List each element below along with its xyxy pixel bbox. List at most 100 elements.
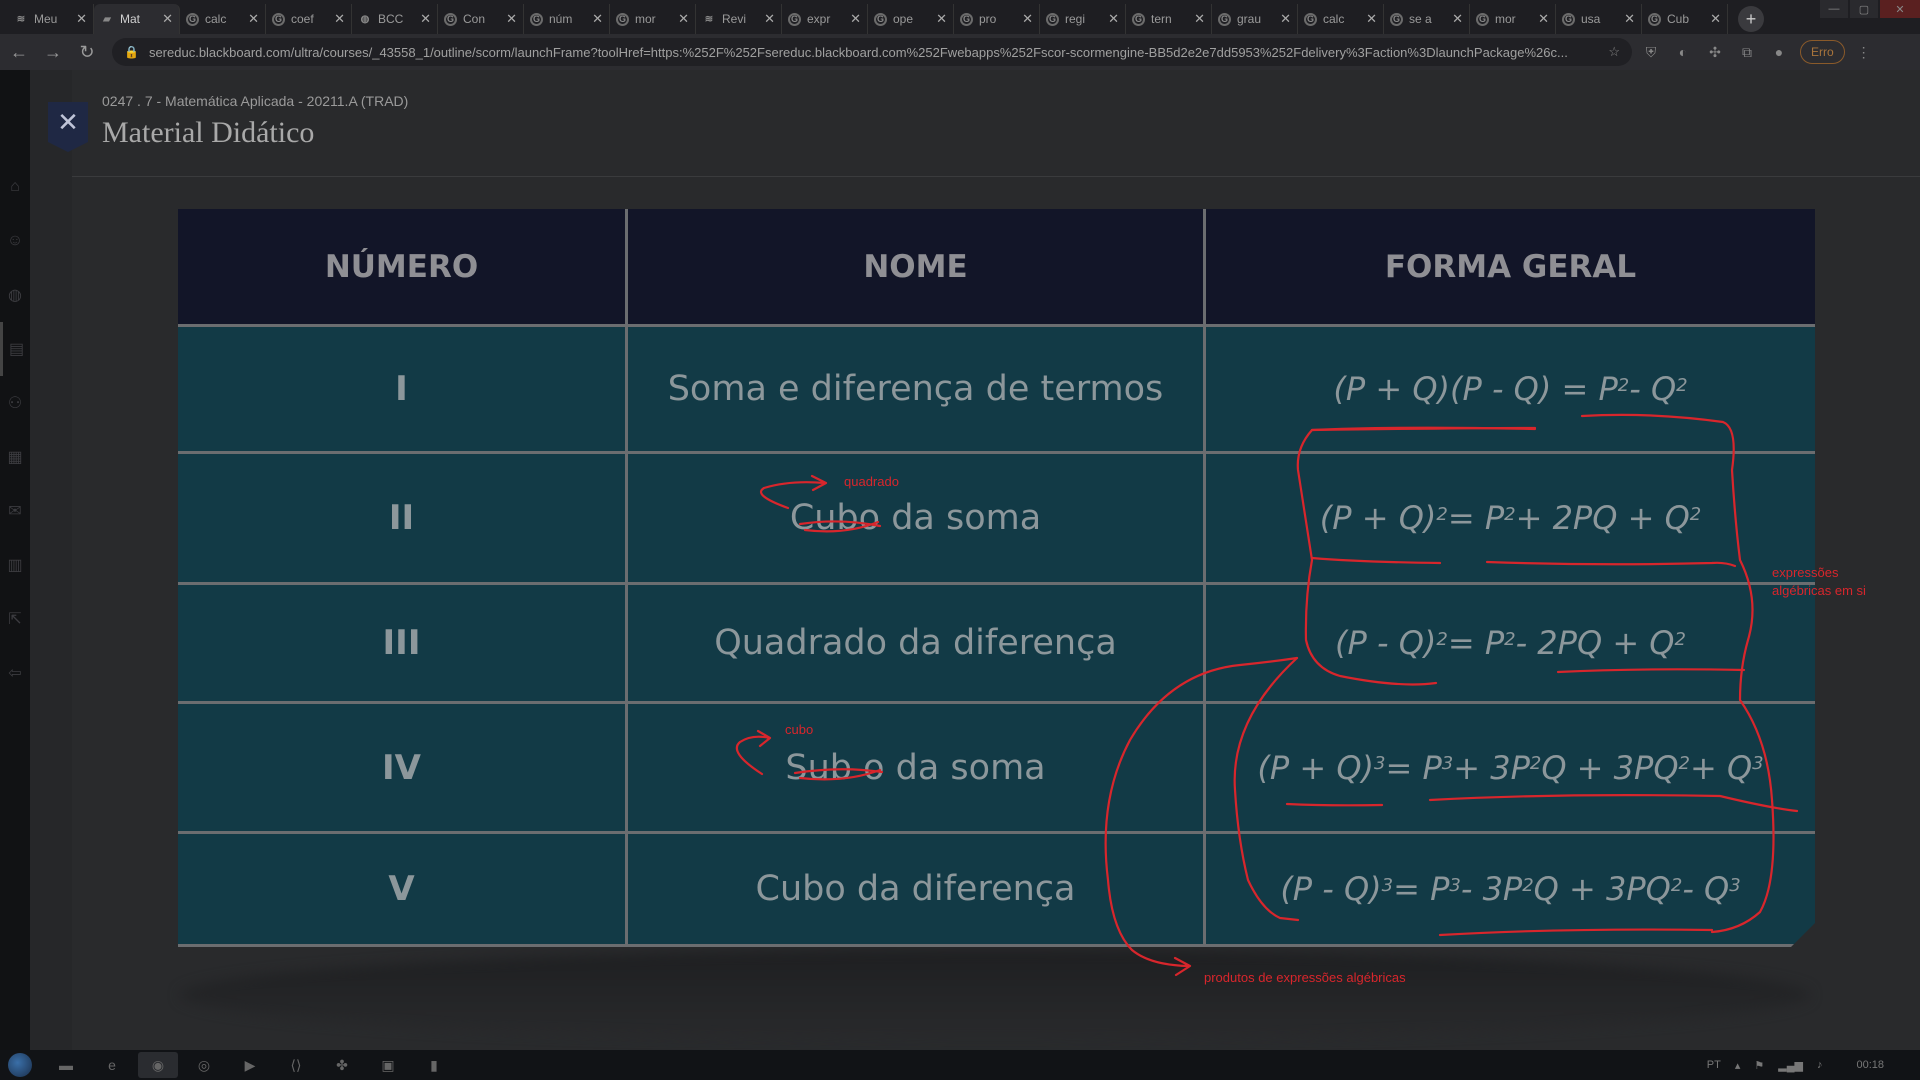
app-icon[interactable]: ✤ — [322, 1052, 362, 1078]
browser-tab[interactable]: ≋ Revi ✕ — [696, 4, 782, 34]
grades-icon[interactable]: ▥ — [0, 538, 30, 592]
tray-chevron-icon[interactable]: ▴ — [1735, 1059, 1741, 1072]
browser-tab[interactable]: Gregi ✕ — [1040, 4, 1126, 34]
row-formula: (P + Q)(P - Q) = P2 - Q2 — [1206, 327, 1815, 451]
tab-close-icon[interactable]: ✕ — [162, 11, 173, 27]
browser-tab[interactable]: Gtern ✕ — [1126, 4, 1212, 34]
new-tab-button[interactable]: + — [1738, 6, 1764, 32]
media-player-icon[interactable]: ▶ — [230, 1052, 270, 1078]
header-forma-geral: FORMA GERAL — [1206, 209, 1815, 324]
messages-icon[interactable]: ✉ — [0, 484, 30, 538]
row-number: II — [178, 454, 625, 582]
network-flag-icon[interactable]: ⚑ — [1754, 1059, 1764, 1072]
file-explorer-icon[interactable]: ▬ — [46, 1052, 86, 1078]
calendar-icon[interactable]: ▦ — [0, 430, 30, 484]
tab-close-icon[interactable]: ✕ — [1538, 11, 1549, 27]
courses-icon[interactable]: ▤ — [0, 322, 30, 376]
back-button[interactable]: ← — [4, 37, 34, 67]
formula-term: - 2PQ + Q — [1515, 624, 1675, 662]
tab-close-icon[interactable]: ✕ — [1366, 11, 1377, 27]
browser-tab[interactable]: Gope ✕ — [868, 4, 954, 34]
volume-icon[interactable]: ♪ — [1817, 1059, 1823, 1071]
browser-tab[interactable]: Gcalc ✕ — [180, 4, 266, 34]
close-icon[interactable]: ✕ — [48, 102, 88, 152]
vscode-icon[interactable]: ⟨⟩ — [276, 1052, 316, 1078]
tab-close-icon[interactable]: ✕ — [1624, 11, 1635, 27]
globe-icon[interactable]: ◍ — [0, 268, 30, 322]
page-title: Material Didático — [102, 116, 315, 149]
profile-avatar[interactable]: ● — [1766, 39, 1792, 65]
reload-button[interactable]: ↻ — [72, 37, 102, 67]
browser-tab[interactable]: Gcalc ✕ — [1298, 4, 1384, 34]
window-icon[interactable]: ▣ — [368, 1052, 408, 1078]
groups-icon[interactable]: ⚇ — [0, 376, 30, 430]
tab-close-icon[interactable]: ✕ — [420, 11, 431, 27]
forward-button[interactable]: → — [38, 37, 68, 67]
browser-tab[interactable]: Ggrau ✕ — [1212, 4, 1298, 34]
maximize-button[interactable]: ▢ — [1850, 0, 1878, 18]
row-name: Cubo da soma — [628, 454, 1203, 582]
extension-icon[interactable]: ✣ — [1702, 39, 1728, 65]
formula-exponent: 2 — [1674, 628, 1686, 650]
bookmark-star-icon[interactable]: ☆ — [1608, 44, 1620, 60]
browser-tab[interactable]: Gnúm ✕ — [524, 4, 610, 34]
opera-icon[interactable]: ◎ — [184, 1052, 224, 1078]
ie-icon[interactable]: e — [92, 1052, 132, 1078]
tab-close-icon[interactable]: ✕ — [850, 11, 861, 27]
start-button[interactable] — [0, 1050, 40, 1080]
tab-close-icon[interactable]: ✕ — [764, 11, 775, 27]
browser-tab[interactable]: G Con ✕ — [438, 4, 524, 34]
window-close-button[interactable]: ✕ — [1880, 0, 1920, 18]
formula-term: (P + Q)(P - Q) = P — [1333, 370, 1618, 408]
tab-strip: ≋ Meu ✕ ▰ Mat ✕ Gcalc ✕ Gcoef ✕ ◍ BCC ✕ G Con ✕ Gnúm ✕ Gmo… — [0, 0, 1920, 34]
signout-icon[interactable]: ⇦ — [0, 646, 30, 700]
tab-close-icon[interactable]: ✕ — [334, 11, 345, 27]
tab-close-icon[interactable]: ✕ — [1452, 11, 1463, 27]
browser-tab[interactable]: Gmor ✕ — [610, 4, 696, 34]
course-outline-edge — [30, 70, 72, 1050]
tab-close-icon[interactable]: ✕ — [1108, 11, 1119, 27]
document-icon[interactable]: ▮ — [414, 1052, 454, 1078]
browser-tab[interactable]: Gexpr ✕ — [782, 4, 868, 34]
puzzle-extensions-icon[interactable]: ⧉ — [1734, 39, 1760, 65]
language-indicator[interactable]: PT — [1707, 1059, 1721, 1071]
formula-exponent: 2 — [1689, 503, 1702, 525]
tab-close-icon[interactable]: ✕ — [936, 11, 947, 27]
dark-mode-extension-icon[interactable]: ◐ — [1670, 39, 1696, 65]
tab-close-icon[interactable]: ✕ — [76, 11, 87, 27]
browser-tab[interactable]: G Cub ✕ — [1642, 4, 1728, 34]
browser-tab[interactable]: ▰ Mat ✕ — [94, 4, 180, 34]
tools-icon[interactable]: ⇱ — [0, 592, 30, 646]
error-button[interactable]: Erro — [1800, 40, 1845, 64]
google-icon: G — [1132, 12, 1145, 26]
menu-kebab-icon[interactable]: ⋮ — [1851, 39, 1877, 65]
signal-icon[interactable]: ▂▄▆ — [1778, 1059, 1803, 1072]
tab-close-icon[interactable]: ✕ — [1022, 11, 1033, 27]
tab-close-icon[interactable]: ✕ — [248, 11, 259, 27]
browser-tab[interactable]: Gmor ✕ — [1470, 4, 1556, 34]
browser-toolbar: ← → ↻ 🔒 sereduc.blackboard.com/ultra/cou… — [0, 34, 1920, 70]
tab-close-icon[interactable]: ✕ — [1280, 11, 1291, 27]
browser-tab[interactable]: Gcoef ✕ — [266, 4, 352, 34]
browser-tab[interactable]: ≋ Meu ✕ — [8, 4, 94, 34]
tab-close-icon[interactable]: ✕ — [1194, 11, 1205, 27]
institution-icon[interactable]: ⌂ — [0, 160, 30, 214]
tab-close-icon[interactable]: ✕ — [592, 11, 603, 27]
address-bar[interactable]: 🔒 sereduc.blackboard.com/ultra/courses/_… — [112, 38, 1632, 66]
browser-tab[interactable]: ◍ BCC ✕ — [352, 4, 438, 34]
formula-exponent: 2 — [1678, 753, 1690, 774]
tab-close-icon[interactable]: ✕ — [1710, 11, 1721, 27]
shield-extension-icon[interactable]: ⛨ — [1638, 39, 1664, 65]
browser-tab[interactable]: Gpro ✕ — [954, 4, 1040, 34]
profile-icon[interactable]: ☺ — [0, 214, 30, 268]
browser-tab[interactable]: Gusa ✕ — [1556, 4, 1642, 34]
table-shadow — [180, 950, 1810, 1040]
tab-title: BCC — [378, 12, 404, 26]
chrome-icon[interactable]: ◉ — [138, 1052, 178, 1078]
minimize-button[interactable]: — — [1820, 0, 1848, 18]
tab-close-icon[interactable]: ✕ — [678, 11, 689, 27]
tab-close-icon[interactable]: ✕ — [506, 11, 517, 27]
clock[interactable]: 00:18 — [1856, 1059, 1884, 1071]
browser-tab[interactable]: Gse a ✕ — [1384, 4, 1470, 34]
google-icon: G — [1648, 12, 1661, 26]
